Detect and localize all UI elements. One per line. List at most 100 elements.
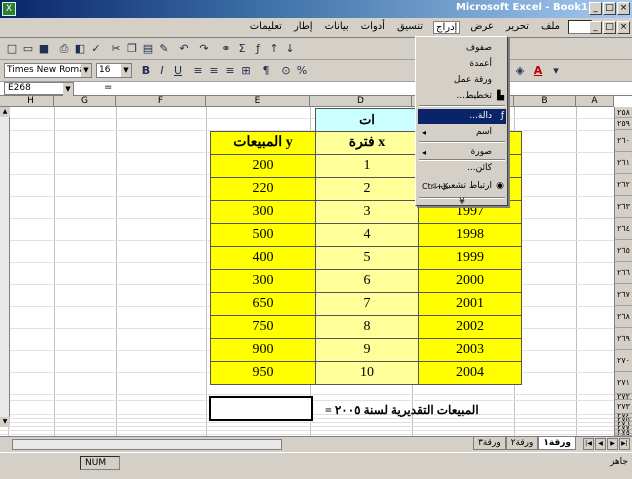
next-sheet-icon[interactable]: ▶ xyxy=(607,438,618,450)
row-header[interactable]: ٢٧٠ xyxy=(614,350,632,372)
menu-item[interactable]: تعليمات xyxy=(248,21,284,34)
merge-center-icon[interactable]: ⊞ xyxy=(238,63,254,79)
chevron-down-icon[interactable]: ▼ xyxy=(63,83,73,96)
align-right-icon[interactable]: ≡ xyxy=(222,63,238,79)
header-sales[interactable]: المبيعات y xyxy=(210,130,316,155)
row-header[interactable]: ٢٦٨ xyxy=(614,306,632,328)
sales-cell[interactable]: 950 xyxy=(210,360,316,385)
insert-menu-item[interactable]: اسم ◂ xyxy=(418,125,506,140)
menu-item[interactable]: بيانات xyxy=(323,21,351,34)
sort-ascending-icon[interactable]: ↑ xyxy=(266,41,282,57)
new-icon[interactable]: □ xyxy=(4,41,20,57)
toolbar-options-icon[interactable]: ▾ xyxy=(548,63,564,79)
row-header[interactable]: ٢٧١ xyxy=(614,372,632,394)
period-cell[interactable]: 7 xyxy=(315,291,419,316)
column-header[interactable]: D xyxy=(310,96,412,107)
period-cell[interactable]: 6 xyxy=(315,268,419,293)
row-header[interactable]: ٢٦٤ xyxy=(614,218,632,240)
paste-icon[interactable]: ▤ xyxy=(140,41,156,57)
year-cell[interactable]: 2001 xyxy=(418,291,522,316)
insert-menu-item[interactable]: ورقة عمل xyxy=(418,73,506,88)
insert-menu-item[interactable]: دالة... ƒ xyxy=(418,109,506,124)
sales-cell[interactable]: 650 xyxy=(210,291,316,316)
format-painter-icon[interactable]: ✎ xyxy=(156,41,172,57)
period-cell[interactable]: 2 xyxy=(315,176,419,201)
doc-restore-button[interactable]: □ xyxy=(603,21,616,34)
doc-minimize-button[interactable]: _ xyxy=(589,21,602,34)
sales-cell[interactable]: 400 xyxy=(210,245,316,270)
sales-cell[interactable]: 200 xyxy=(210,153,316,178)
header-period[interactable]: فترة x xyxy=(315,130,419,155)
period-cell[interactable]: 9 xyxy=(315,337,419,362)
row-header[interactable]: ٢٦٥ xyxy=(614,240,632,262)
insert-menu-item[interactable]: تخطيط... ▙ xyxy=(418,89,506,104)
chevron-down-icon[interactable]: ▼ xyxy=(81,64,91,77)
sales-cell[interactable]: 300 xyxy=(210,199,316,224)
insert-menu-item[interactable]: كائن... xyxy=(418,161,506,176)
sort-descending-icon[interactable]: ↓ xyxy=(282,41,298,57)
cut-icon[interactable]: ✂ xyxy=(108,41,124,57)
print-preview-icon[interactable]: ◧ xyxy=(72,41,88,57)
insert-menu-item[interactable]: ارتباط تشعبي... ◉ Ctrl+K xyxy=(418,179,506,194)
menu-item[interactable]: أدوات xyxy=(359,21,387,34)
sheet-tab[interactable]: ورقة٣ xyxy=(473,437,506,450)
insert-menu-item[interactable]: أعمدة xyxy=(418,57,506,72)
underline-button[interactable]: U xyxy=(170,63,186,79)
paragraph-direction-icon[interactable]: ¶ xyxy=(258,63,274,79)
period-cell[interactable]: 5 xyxy=(315,245,419,270)
bold-button[interactable]: B xyxy=(138,63,154,79)
open-icon[interactable]: ▭ xyxy=(20,41,36,57)
minimize-button[interactable]: _ xyxy=(589,2,602,15)
row-header[interactable]: ٢٦٢ xyxy=(614,174,632,196)
period-cell[interactable]: 8 xyxy=(315,314,419,339)
copy-icon[interactable]: ❐ xyxy=(124,41,140,57)
excel-app-icon[interactable]: X xyxy=(2,2,16,16)
currency-icon[interactable]: ⊙ xyxy=(278,63,294,79)
row-header[interactable]: ٢٦٧ xyxy=(614,284,632,306)
scroll-down-icon[interactable]: ▼ xyxy=(0,417,10,427)
column-header[interactable]: A xyxy=(576,96,614,107)
spelling-icon[interactable]: ✓ xyxy=(88,41,104,57)
year-cell[interactable]: 1999 xyxy=(418,245,522,270)
italic-button[interactable]: I xyxy=(154,63,170,79)
sales-cell[interactable]: 220 xyxy=(210,176,316,201)
estimate-answer-cell[interactable] xyxy=(209,396,313,421)
row-header[interactable]: ٢٥٨ xyxy=(614,107,632,118)
menu-item[interactable]: تحرير xyxy=(504,21,531,34)
year-cell[interactable]: 2003 xyxy=(418,337,522,362)
period-cell[interactable]: 10 xyxy=(315,360,419,385)
column-header[interactable]: H xyxy=(8,96,54,107)
first-sheet-icon[interactable]: |◀ xyxy=(583,438,594,450)
name-box[interactable]: E268 ▼ xyxy=(4,82,74,96)
function-icon[interactable]: ƒ xyxy=(250,41,266,57)
menu-item[interactable]: عرض xyxy=(468,21,496,34)
autosum-icon[interactable]: Σ xyxy=(234,41,250,57)
year-cell[interactable]: 2000 xyxy=(418,268,522,293)
row-header[interactable]: ٢٦٠ xyxy=(614,130,632,152)
menu-item[interactable]: ملف xyxy=(539,21,562,34)
horizontal-scrollbar[interactable] xyxy=(12,439,282,450)
redo-icon[interactable]: ↷ xyxy=(196,41,212,57)
prev-sheet-icon[interactable]: ◀ xyxy=(595,438,606,450)
sheet-tab[interactable]: ورقة٢ xyxy=(505,437,539,450)
year-cell[interactable]: 2002 xyxy=(418,314,522,339)
expand-menu-chevron-icon[interactable]: ¥ xyxy=(418,195,506,210)
menu-item[interactable]: إدراج xyxy=(433,21,461,34)
row-header[interactable]: ٢٦٣ xyxy=(614,196,632,218)
sales-cell[interactable]: 300 xyxy=(210,268,316,293)
fill-color-icon[interactable]: ◈ xyxy=(512,63,528,79)
sheet-tab[interactable]: ورقة١ xyxy=(538,437,576,450)
insert-menu-item[interactable]: صورة ◂ xyxy=(418,145,506,160)
sales-cell[interactable]: 500 xyxy=(210,222,316,247)
maximize-button[interactable]: □ xyxy=(603,2,616,15)
column-header[interactable]: E xyxy=(206,96,310,107)
column-header[interactable]: G xyxy=(54,96,116,107)
percent-icon[interactable]: % xyxy=(294,63,310,79)
save-icon[interactable]: ■ xyxy=(36,41,52,57)
doc-close-button[interactable]: × xyxy=(617,21,630,34)
sales-cell[interactable]: 900 xyxy=(210,337,316,362)
row-header[interactable]: ٢٧٣ xyxy=(614,400,632,414)
font-color-icon[interactable]: A xyxy=(530,63,546,79)
undo-icon[interactable]: ↶ xyxy=(176,41,192,57)
period-cell[interactable]: 4 xyxy=(315,222,419,247)
